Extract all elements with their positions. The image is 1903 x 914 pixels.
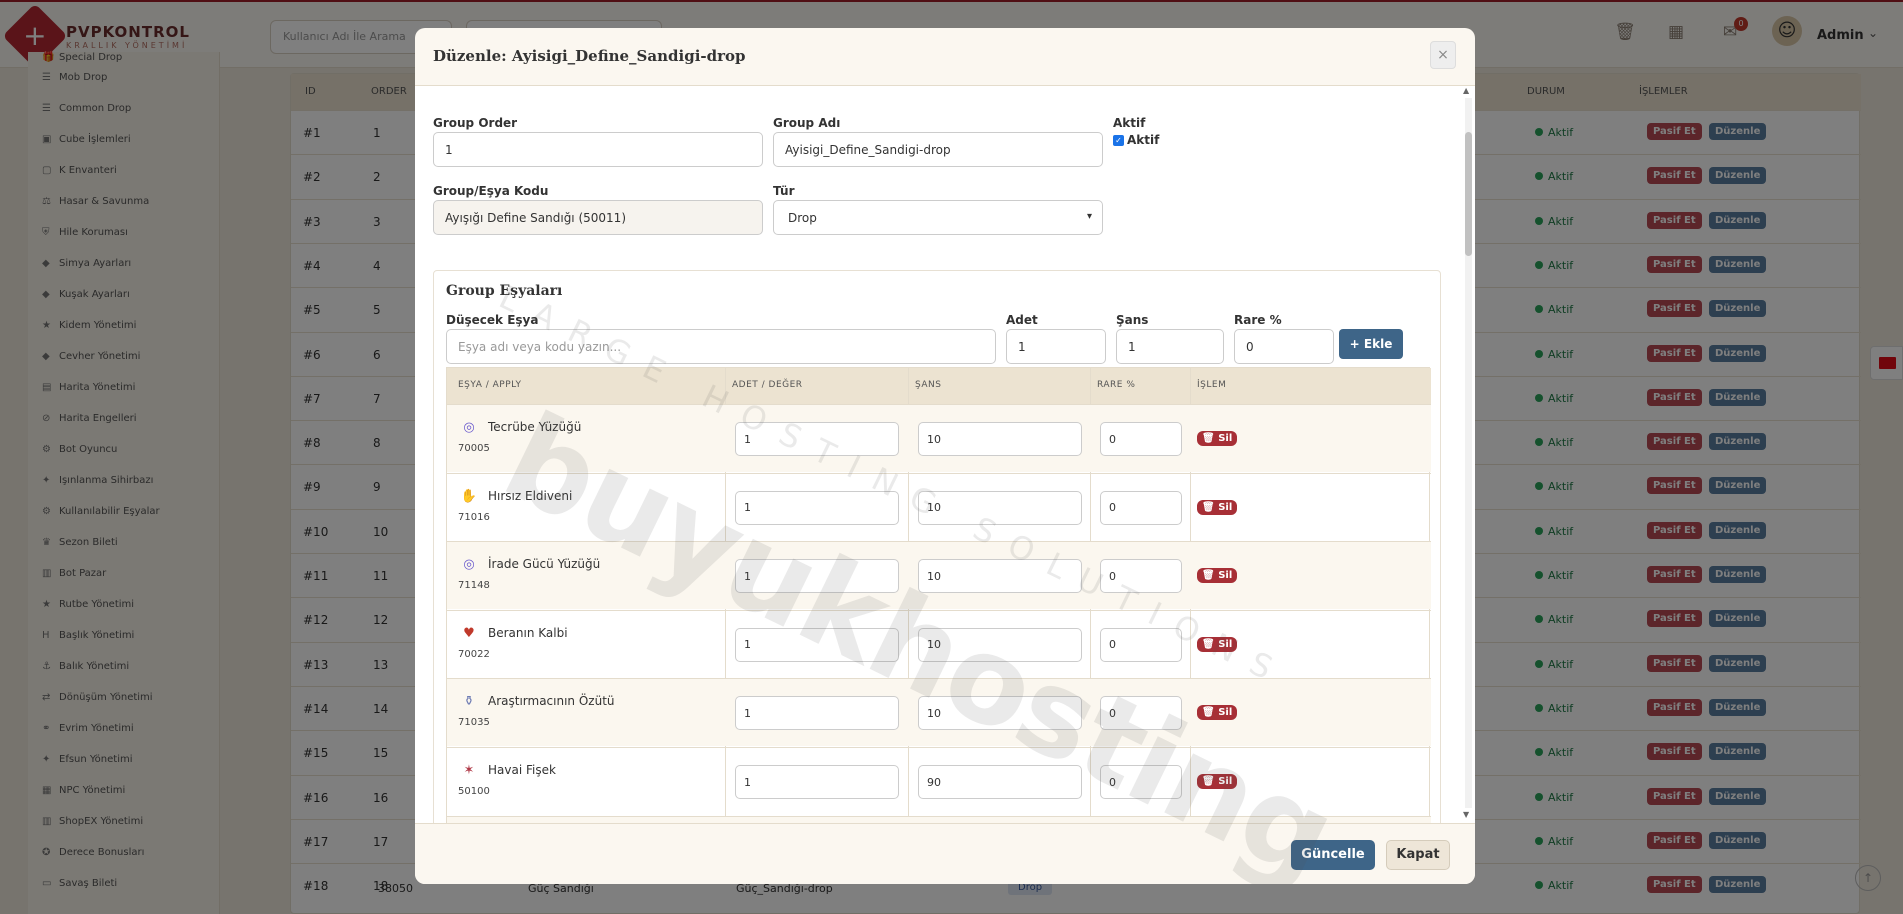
scroll-down-icon[interactable]: ▼ — [1463, 810, 1469, 819]
item-code-input[interactable]: Ayışığı Define Sandığı (50011) — [433, 200, 763, 235]
chance-input[interactable]: 1 — [1116, 329, 1224, 364]
edit-modal: Düzenle: Ayisigi_Define_Sandigi-drop × G… — [415, 28, 1475, 884]
add-item-button[interactable]: + Ekle — [1339, 329, 1403, 359]
item-code: 70005 — [458, 443, 490, 454]
group-items-title: Group Eşyaları — [446, 283, 563, 299]
modal-title: Düzenle: Ayisigi_Define_Sandigi-drop — [433, 47, 746, 65]
item-count-input[interactable]: 1 — [735, 765, 899, 799]
glove-icon: ✋ — [460, 488, 478, 504]
item-row: ◎ İrade Gücü Yüzüğü 71148 1 10 0 🗑 Sil — [447, 541, 1431, 610]
item-name: Tecrübe Yüzüğü — [488, 420, 582, 434]
item-row: ✋ Hırsız Eldiveni 71016 1 10 0 🗑 Sil — [447, 472, 1431, 541]
group-name-label: Group Adı — [773, 116, 841, 130]
trash-icon: 🗑 — [1202, 707, 1219, 719]
item-chance-input[interactable]: 10 — [918, 490, 1082, 525]
update-button[interactable]: Güncelle — [1291, 840, 1375, 870]
item-name: İrade Gücü Yüzüğü — [488, 557, 601, 572]
item-count-input[interactable]: 1 — [735, 627, 899, 662]
group-items-section: Group Eşyaları Düşecek Eşya Eşya adı vey… — [433, 270, 1441, 823]
modal-header: Düzenle: Ayisigi_Define_Sandigi-drop × — [415, 28, 1475, 86]
item-code: 50100 — [458, 786, 490, 797]
item-count-input[interactable]: 1 — [735, 422, 899, 456]
drop-item-search-input[interactable]: Eşya adı veya kodu yazın... — [446, 329, 996, 364]
group-order-input[interactable]: 1 — [433, 132, 763, 167]
item-chance-input[interactable]: 10 — [918, 422, 1082, 456]
rare-input[interactable]: 0 — [1234, 329, 1334, 364]
col-count: ADET / DEĞER — [732, 380, 803, 390]
item-rare-input[interactable]: 0 — [1100, 696, 1182, 731]
item-code: 71148 — [458, 580, 490, 592]
close-button[interactable]: Kapat — [1386, 840, 1450, 870]
scroll-up-icon[interactable]: ▲ — [1463, 86, 1469, 95]
close-icon[interactable]: × — [1430, 41, 1456, 69]
chevron-down-icon: ▾ — [1087, 211, 1093, 222]
item-rare-input[interactable]: 0 — [1100, 490, 1182, 525]
count-input[interactable]: 1 — [1006, 329, 1106, 364]
item-count-input[interactable]: 1 — [735, 559, 899, 594]
trash-icon: 🗑 — [1202, 433, 1219, 444]
plus-icon: + — [1349, 337, 1360, 351]
col-chance: ŞANS — [915, 380, 942, 390]
item-name: Araştırmacının Özütü — [488, 694, 615, 709]
item-code: 71035 — [458, 717, 490, 729]
items-table: EŞYA / APPLY ADET / DEĞER ŞANS RARE % İŞ… — [446, 367, 1431, 823]
item-row: ⚱ Araştırmacının Özütü 71035 1 10 0 🗑 Sil — [447, 678, 1431, 747]
modal-scrollbar[interactable]: ▲ ▼ — [1461, 86, 1475, 823]
drop-item-label: Düşecek Eşya — [446, 313, 539, 327]
active-label: Aktif — [1113, 116, 1146, 130]
item-code: 71016 — [458, 511, 490, 523]
delete-item-button[interactable]: 🗑 Sil — [1197, 499, 1238, 515]
item-chance-input[interactable]: 90 — [918, 765, 1082, 799]
item-name: Hırsız Eldiveni — [488, 488, 573, 503]
item-rare-input[interactable]: 0 — [1100, 559, 1182, 594]
delete-item-button[interactable]: 🗑 Sil — [1197, 431, 1238, 446]
item-rare-input[interactable]: 0 — [1100, 422, 1182, 456]
trash-icon: 🗑 — [1202, 570, 1219, 582]
ring-icon: ◎ — [463, 420, 475, 435]
item-rare-input[interactable]: 0 — [1100, 765, 1182, 799]
chance-label: Şans — [1116, 313, 1149, 327]
active-checkbox[interactable]: ✓ Aktif — [1113, 133, 1159, 147]
delete-item-button[interactable]: 🗑 Sil — [1197, 705, 1238, 721]
delete-item-button[interactable]: 🗑 Sil — [1197, 568, 1238, 584]
item-row: ◎ Tecrübe Yüzüğü 70005 1 10 0 🗑 Sil — [447, 404, 1431, 472]
item-row: ✶Havai Fişek🗑 Sil — [447, 815, 1431, 823]
active-checkbox-label: Aktif — [1127, 133, 1160, 147]
type-select[interactable]: Drop — [773, 200, 1103, 235]
item-name: Beranın Kalbi — [488, 625, 568, 640]
trash-icon: 🗑 — [1202, 638, 1219, 650]
item-code: 70022 — [458, 648, 490, 660]
modal-footer: Güncelle Kapat — [415, 823, 1475, 884]
item-chance-input[interactable]: 10 — [918, 627, 1082, 662]
firework-icon: ✶ — [463, 763, 475, 778]
item-chance-input[interactable]: 10 — [918, 696, 1082, 731]
group-name-input[interactable]: Ayisigi_Define_Sandigi-drop — [773, 132, 1103, 167]
items-table-header: EŞYA / APPLY ADET / DEĞER ŞANS RARE % İŞ… — [447, 368, 1431, 404]
type-label: Tür — [773, 184, 795, 198]
col-action: İŞLEM — [1197, 380, 1227, 390]
scroll-thumb[interactable] — [1465, 132, 1472, 256]
potion-icon: ⚱ — [463, 694, 475, 710]
item-count-input[interactable]: 1 — [735, 696, 899, 731]
item-chance-input[interactable]: 10 — [918, 559, 1082, 594]
delete-item-button[interactable]: 🗑 Sil — [1197, 774, 1238, 789]
trash-icon: 🗑 — [1202, 501, 1219, 513]
rare-label: Rare % — [1234, 313, 1282, 327]
count-label: Adet — [1006, 313, 1038, 327]
ring-icon: ◎ — [463, 557, 475, 573]
item-count-input[interactable]: 1 — [735, 490, 899, 525]
item-rare-input[interactable]: 0 — [1100, 627, 1182, 662]
item-name: Havai Fişek — [488, 763, 556, 777]
col-rare: RARE % — [1097, 380, 1136, 390]
item-row: ♥ Beranın Kalbi 70022 1 10 0 🗑 Sil — [447, 609, 1431, 678]
trash-icon: 🗑 — [1202, 776, 1219, 787]
heart-icon: ♥ — [463, 625, 475, 641]
item-code-label: Group/Eşya Kodu — [433, 184, 549, 198]
delete-item-button[interactable]: 🗑 Sil — [1197, 636, 1238, 652]
item-row: ✶ Havai Fişek 50100 1 90 0 🗑 Sil — [447, 747, 1431, 815]
col-item: EŞYA / APPLY — [458, 380, 522, 390]
checkbox-checked-icon[interactable]: ✓ — [1113, 134, 1124, 146]
modal-body: Group Order 1 Group Adı Ayisigi_Define_S… — [415, 86, 1475, 823]
group-order-label: Group Order — [433, 116, 518, 130]
